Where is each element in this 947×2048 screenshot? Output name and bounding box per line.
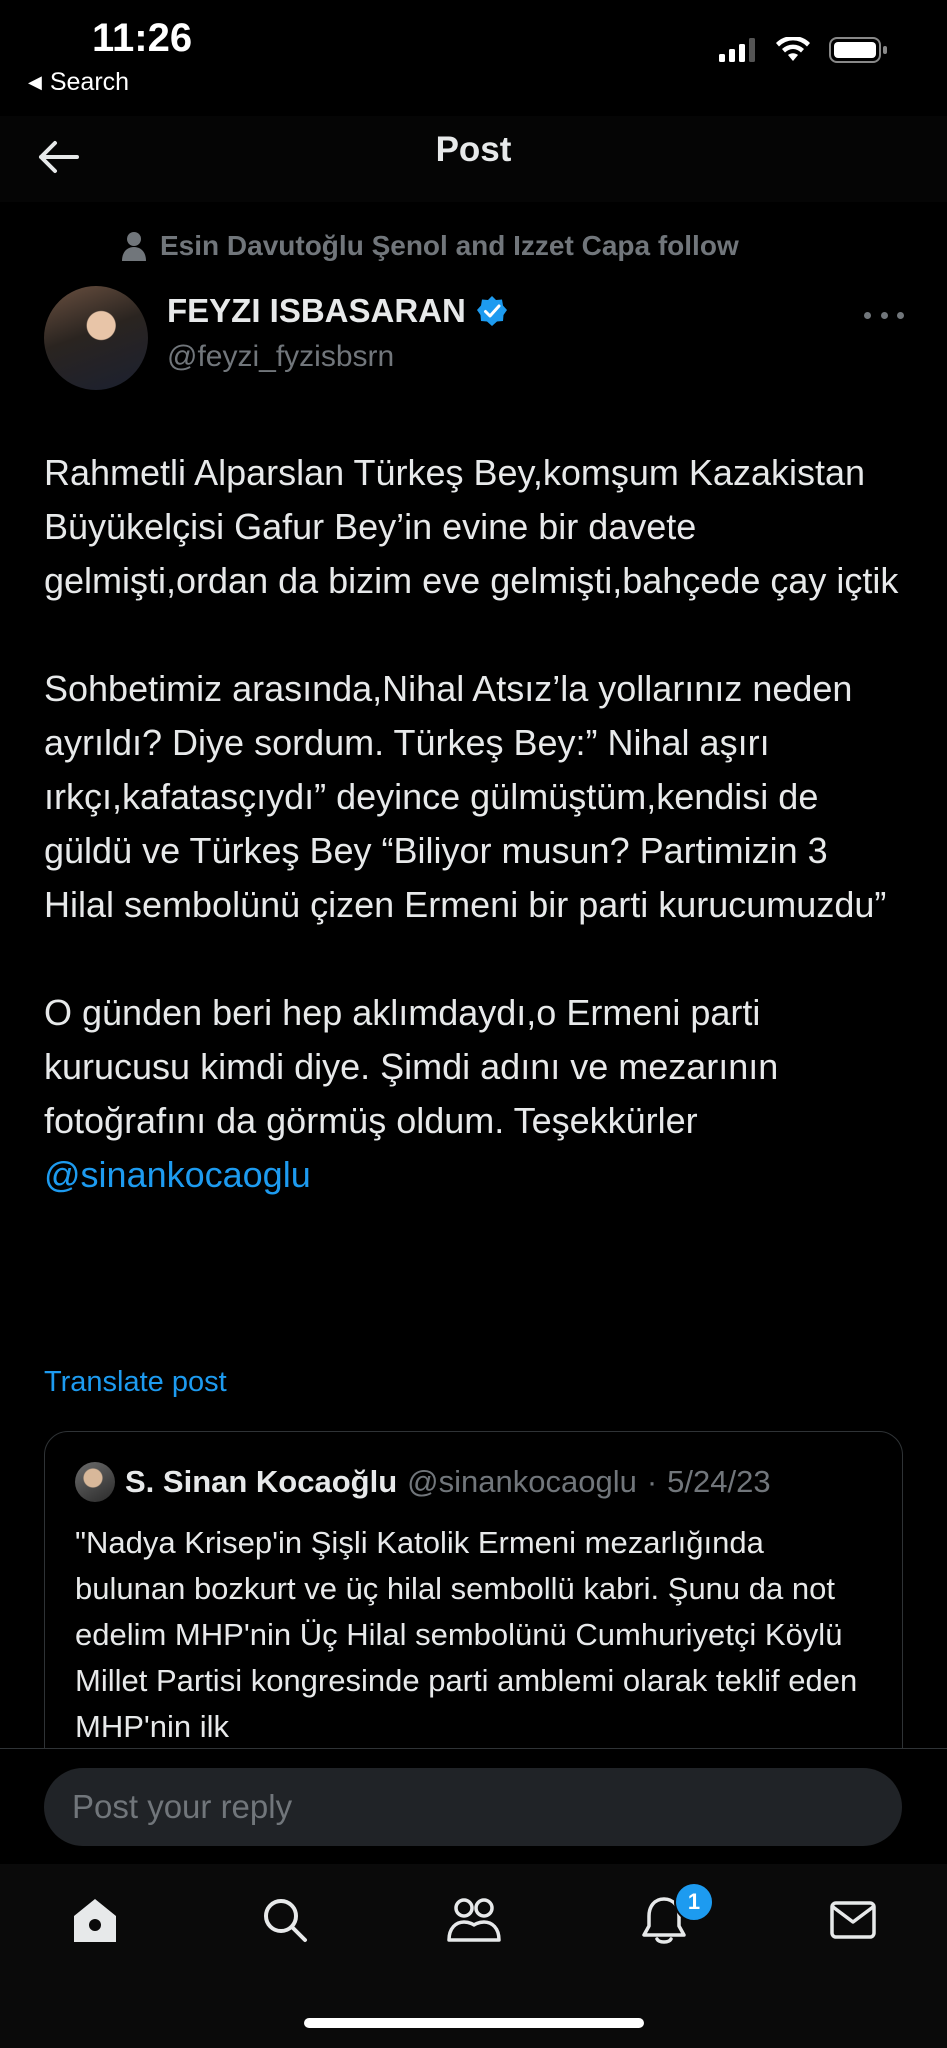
tab-messages[interactable] [813,1890,893,1950]
tab-search[interactable] [245,1890,325,1950]
post-paragraph-1: Rahmetli Alparslan Türkeş Bey,komşum Kaz… [44,452,899,601]
envelope-icon [830,1901,876,1939]
signal-icon [719,38,755,62]
mention-link[interactable]: @sinankocaoglu [44,1154,311,1195]
quoted-post-text: "Nadya Krisep'in Şişli Katolik Ermeni me… [75,1525,858,1744]
home-icon [74,1899,116,1942]
social-context[interactable]: Esin Davutoğlu Şenol and Izzet Capa foll… [122,230,739,262]
post-paragraph-2: Sohbetimiz arasında,Nihal Atsız’la yolla… [44,668,887,925]
quoted-author-handle: @sinankocaoglu [407,1464,637,1499]
wifi-icon [776,37,810,61]
status-icons [719,36,889,64]
quoted-post-header: S. Sinan Kocaoğlu @sinankocaoglu · 5/24/… [75,1462,771,1502]
translate-post-link[interactable]: Translate post [44,1366,227,1399]
tab-communities[interactable] [434,1890,514,1950]
quoted-post[interactable]: S. Sinan Kocaoğlu @sinankocaoglu · 5/24/… [44,1431,903,1773]
search-icon [264,1899,307,1942]
post-paragraph-3: O günden beri hep aklımdaydı,o Ermeni pa… [44,986,904,1202]
notification-badge: 1 [674,1882,714,1922]
author-handle[interactable]: @feyzi_fyzisbsrn [167,340,394,374]
person-icon [122,232,146,261]
post-paragraph-3-text: O günden beri hep aklımdaydı,o Ermeni pa… [44,992,779,1141]
back-triangle-icon: ◀ [28,72,42,92]
quoted-date: 5/24/23 [667,1464,771,1499]
dot-icon [880,311,888,319]
quoted-separator: · [646,1464,658,1499]
dot-icon [897,311,904,319]
more-options-button[interactable] [864,300,904,330]
home-indicator [304,2018,644,2028]
tab-home[interactable] [55,1890,135,1950]
dot-icon [864,311,871,319]
social-context-text: Esin Davutoğlu Şenol and Izzet Capa foll… [160,230,739,261]
author-name: FEYZI ISBASARAN [167,292,466,329]
quoted-author-avatar [75,1462,115,1502]
back-app-label: Search [49,68,130,96]
author-name-row[interactable]: FEYZI ISBASARAN [167,292,508,330]
communities-icon [447,1898,501,1942]
status-time: 11:26 [92,16,193,60]
page-title: Post [435,130,512,169]
quoted-author-name: S. Sinan Kocaoğlu [125,1464,398,1499]
battery-icon [829,37,887,63]
post-text: Rahmetli Alparslan Türkeş Bey,komşum Kaz… [44,446,904,1202]
back-to-app-link[interactable]: ◀ Search [28,68,129,97]
author-avatar[interactable] [44,286,148,390]
verified-badge-icon [476,296,507,326]
reply-input[interactable] [44,1768,902,1846]
